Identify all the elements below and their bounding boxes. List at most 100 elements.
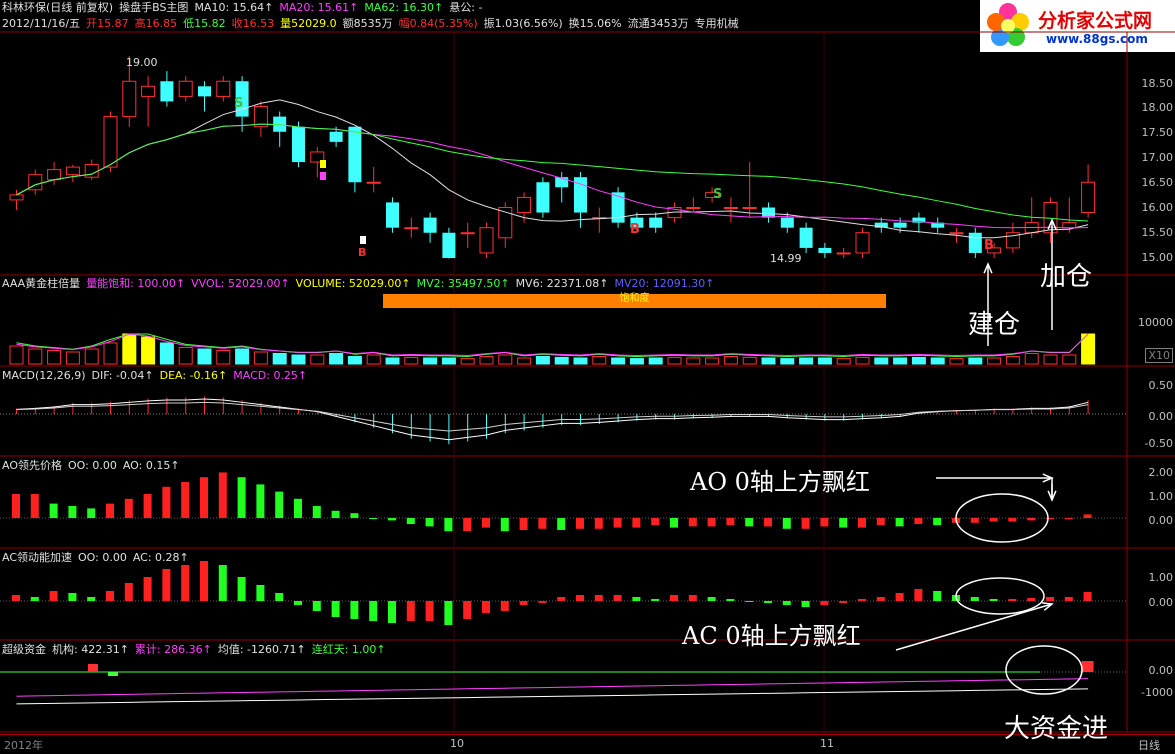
ac-bar (1008, 599, 1017, 601)
ao-bar (613, 518, 622, 528)
vol-ma-line (16, 333, 1089, 357)
fund-inst: 机构: 422.31↑ (52, 643, 129, 656)
ao-bar (557, 518, 566, 530)
volume-bar (253, 351, 268, 365)
period-tab[interactable]: 日线 (1138, 737, 1160, 753)
ao-bar (482, 518, 490, 528)
ao-bar (1083, 514, 1092, 518)
macd-value: MACD: 0.25↑ (233, 369, 308, 382)
price-tick: 17.00 (1141, 151, 1174, 164)
ao-name: AO领先价格 (2, 459, 62, 472)
ao-bar (500, 518, 509, 532)
ac-bar (933, 591, 942, 601)
ac-bar (124, 583, 133, 601)
candle-body-down (160, 81, 174, 102)
high-price-label: 19.00 (126, 56, 158, 69)
volume-bar (65, 351, 80, 365)
time-month-10: 10 (450, 737, 464, 750)
ao-bar (989, 518, 998, 522)
ac-bar (312, 601, 321, 611)
candle-body-up (723, 207, 738, 209)
ac-bar (275, 593, 284, 601)
ac-bar (538, 601, 547, 603)
ao-bar (933, 518, 942, 526)
ma-line-0 (16, 99, 1089, 239)
volume-bar (310, 354, 325, 365)
ac-bar (49, 591, 58, 601)
ac-oo: OO: 0.00 (78, 551, 127, 564)
ao-bar (651, 518, 660, 526)
fund-red: 连红天: 1.00↑ (311, 643, 386, 656)
volume-bar (9, 345, 24, 365)
volume-bar (874, 357, 889, 365)
volume-bar (723, 356, 738, 365)
time-axis: 2012年 10 11 日线 (0, 734, 1175, 754)
candle-body-down (968, 232, 982, 253)
vol-mv6: MV6: 22371.08↑ (515, 277, 609, 290)
ac-bar (745, 601, 754, 602)
ao-bar (594, 518, 603, 529)
vol-volume: VOLUME: 52029.00↑ (295, 277, 411, 290)
volume-bar (648, 357, 663, 365)
saturation-bar: 饱和度 (383, 294, 886, 308)
ao-bar (444, 518, 453, 532)
ac-bar (970, 597, 979, 601)
ao-bar (124, 498, 133, 518)
ao-bar (68, 506, 77, 518)
ao-bar (632, 518, 641, 528)
candle-body-up (141, 85, 156, 97)
candle-body-down (536, 182, 550, 213)
ao-bar (726, 518, 735, 526)
ac-bar (914, 589, 923, 601)
ac-bar (369, 601, 378, 621)
ac-bar (331, 601, 340, 617)
vol-mv20: MV20: 12091.30↑ (614, 277, 715, 290)
ao-bar (87, 508, 96, 518)
volume-bar (1043, 354, 1058, 365)
ac-bar (782, 601, 791, 605)
price-tick: 16.00 (1141, 201, 1174, 214)
time-year: 2012年 (4, 739, 43, 752)
ac-bar (12, 595, 20, 601)
ac-bar (500, 601, 509, 611)
candle-body-down (292, 126, 305, 163)
macd-name: MACD(12,26,9) (2, 369, 86, 382)
vol-vvol: VVOL: 52029.00↑ (191, 277, 290, 290)
volume-bar (930, 357, 945, 365)
vol-sat: 量能饱和: 100.00↑ (86, 277, 186, 290)
ac-bar (388, 601, 396, 623)
volume-bar (272, 353, 287, 365)
volume-bar (911, 356, 926, 365)
ac-bar (651, 599, 660, 601)
ao-bar (876, 518, 885, 526)
price-tick: 15.50 (1141, 226, 1174, 239)
ac-bar (1064, 597, 1073, 601)
volume-bar (629, 358, 644, 365)
candle-body-up (742, 207, 757, 209)
ao-bar (331, 510, 340, 518)
volume-bar (122, 333, 137, 365)
candle-body-up (479, 227, 494, 254)
up-marker-icon (320, 160, 326, 168)
volume-bar (103, 342, 118, 365)
candle-body-up (949, 232, 964, 235)
ac-bar (764, 601, 772, 603)
ao-axis-tick: 1.00 (1148, 490, 1174, 503)
ac-bar (406, 601, 415, 621)
volume-bar (799, 357, 814, 365)
candle-body-up (253, 106, 268, 128)
ac-bar (726, 599, 735, 601)
volume-bar (441, 357, 456, 365)
ac-bar (143, 577, 152, 601)
ao-panel-header: AO领先价格 OO: 0.00 AO: 0.15↑ (2, 460, 186, 472)
ao-bar (237, 477, 246, 518)
ao-bar (1064, 518, 1073, 520)
ac-axis-tick: 0.00 (1148, 596, 1174, 609)
price-tick: 16.50 (1141, 176, 1174, 189)
volume-bar (385, 357, 400, 365)
ao-axis-tick: 2.00 (1148, 466, 1174, 479)
ao-bar (858, 518, 866, 528)
ac-bar (989, 599, 998, 601)
low-price-label: 14.99 (770, 252, 802, 265)
up-marker-icon (360, 236, 366, 244)
